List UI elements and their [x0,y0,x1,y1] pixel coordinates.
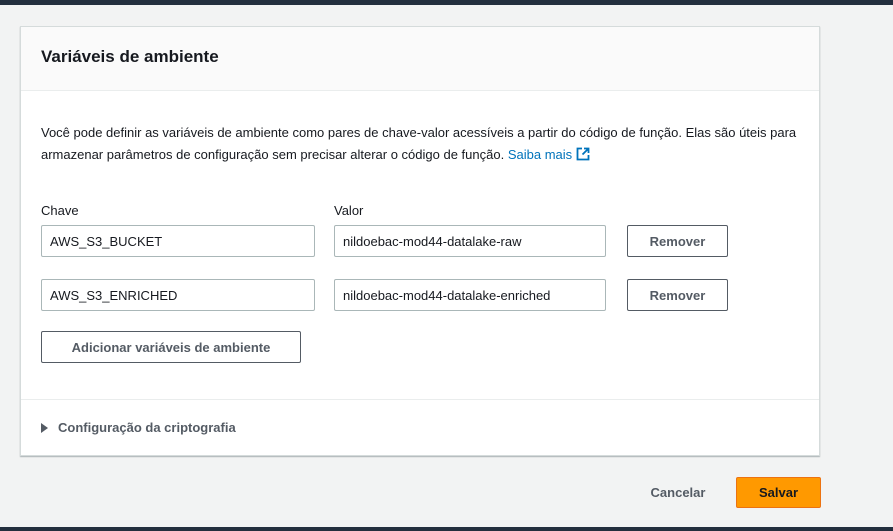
panel-title: Variáveis de ambiente [41,47,219,66]
add-environment-variable-button[interactable]: Adicionar variáveis de ambiente [41,331,301,363]
remove-variable-button-2[interactable]: Remover [627,279,728,311]
env-key-input-2[interactable] [41,279,315,311]
env-key-input-1[interactable] [41,225,315,257]
panel-header: Variáveis de ambiente [21,27,819,91]
section-divider [21,399,819,400]
caret-right-icon [41,422,48,433]
value-column-label: Valor [334,203,364,218]
bottom-bar [0,527,893,531]
top-navigation-bar [0,0,893,5]
description-text: Você pode definir as variáveis de ambien… [41,125,797,162]
panel-description: Você pode definir as variáveis de ambien… [41,122,801,168]
env-value-input-1[interactable] [334,225,606,257]
remove-variable-button-1[interactable]: Remover [627,225,728,257]
save-button[interactable]: Salvar [736,477,821,508]
learn-more-link[interactable]: Saiba mais [508,147,590,162]
cancel-button[interactable]: Cancelar [640,477,716,507]
encryption-config-label: Configuração da criptografia [58,420,236,435]
key-column-label: Chave [41,203,79,218]
env-value-input-2[interactable] [334,279,606,311]
external-link-icon [576,146,590,168]
learn-more-label: Saiba mais [507,147,573,162]
encryption-config-expander[interactable]: Configuração da criptografia [41,420,236,435]
environment-variables-panel: Variáveis de ambiente Você pode definir … [20,26,820,456]
